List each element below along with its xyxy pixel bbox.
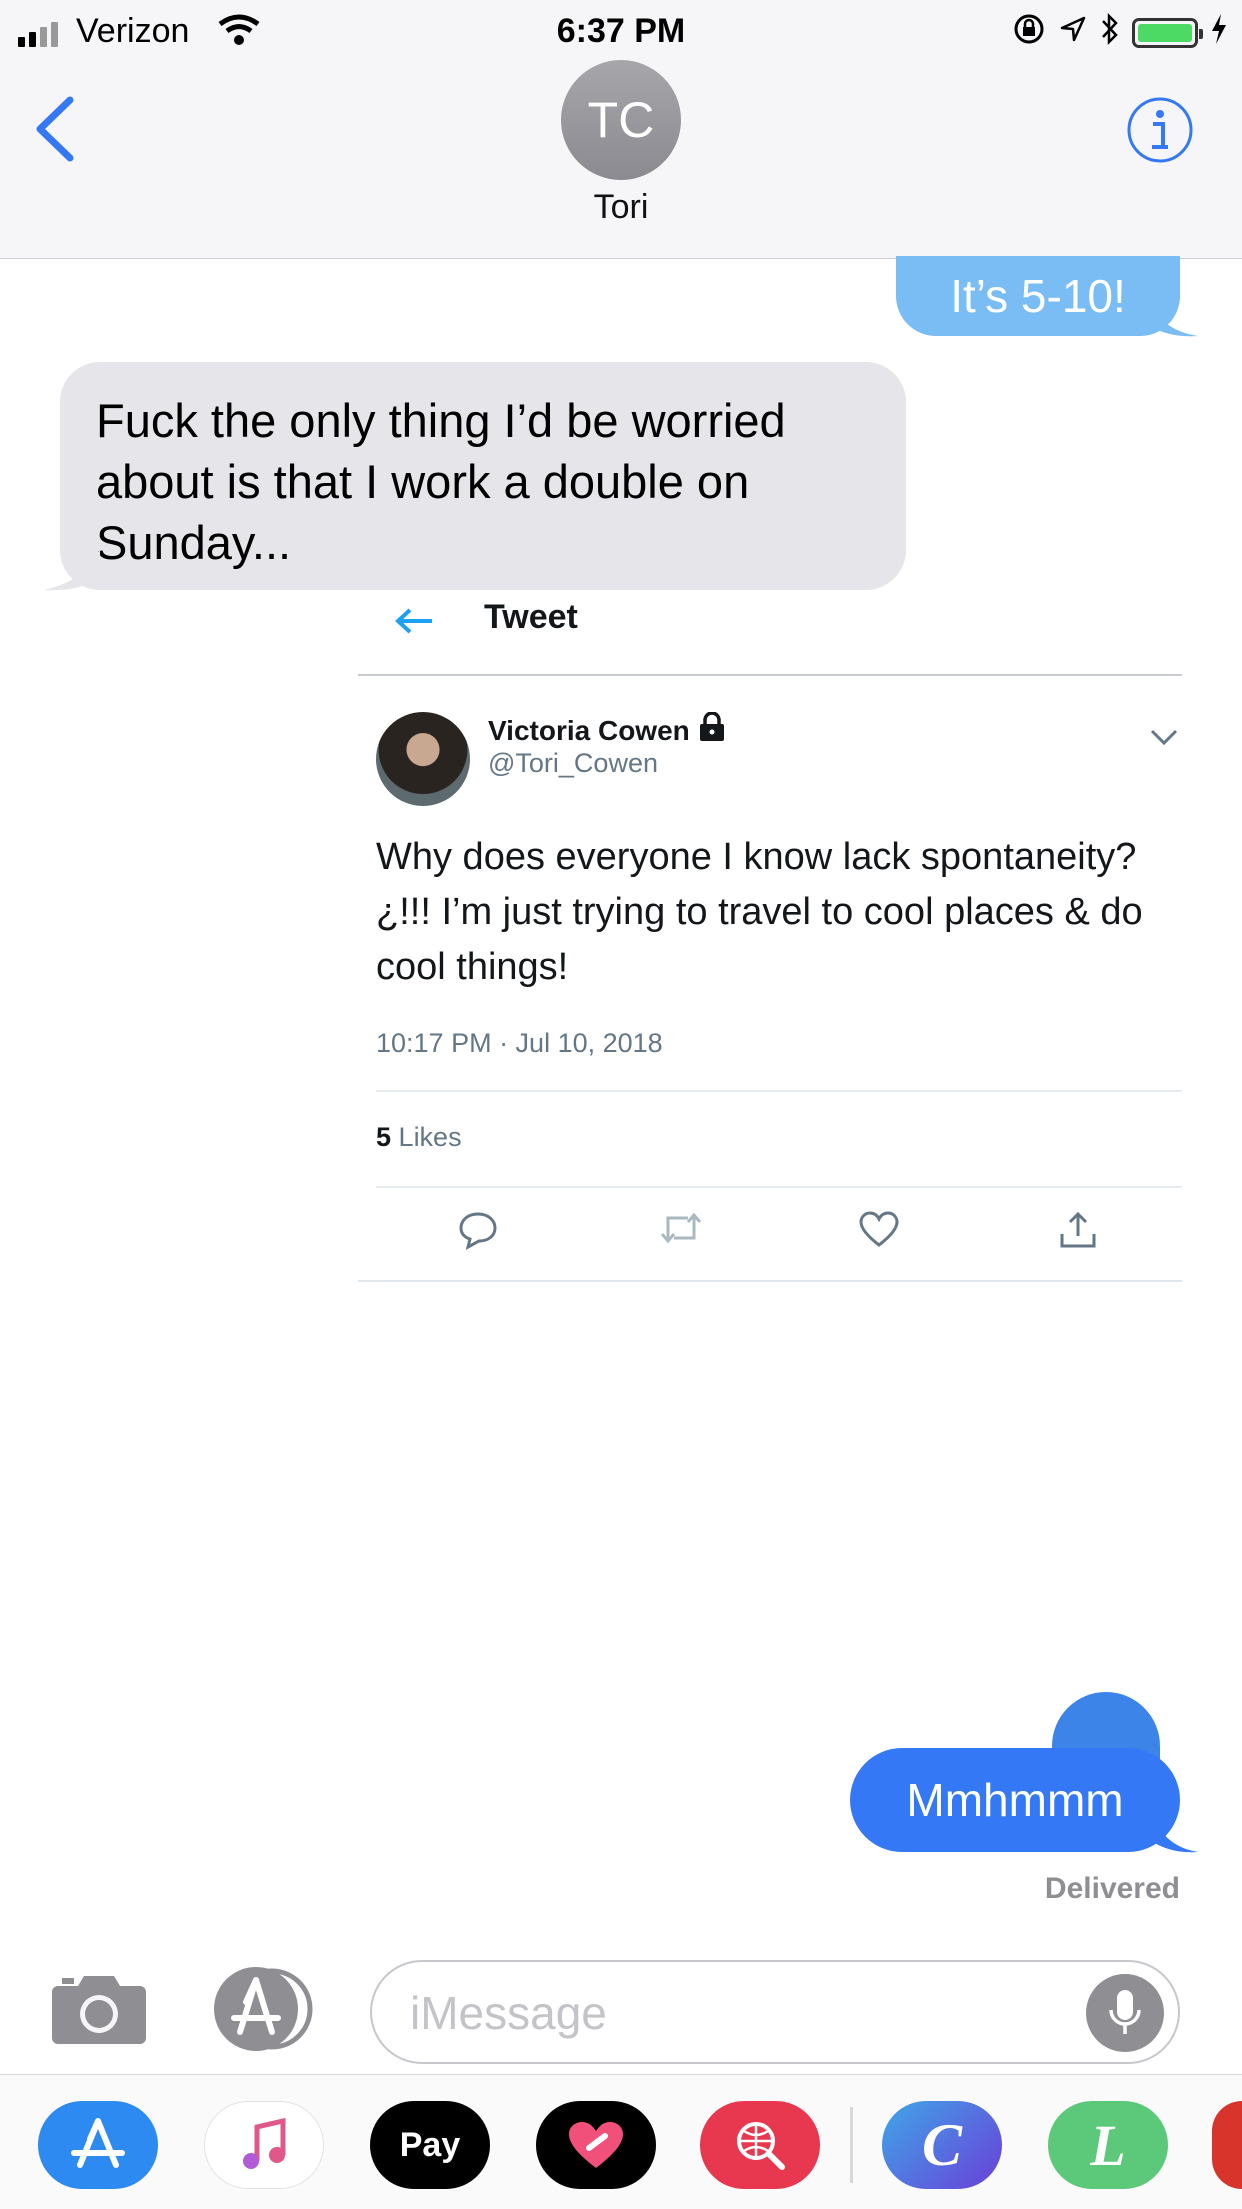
sent-message-bubble[interactable]: Mmhmmm [850, 1748, 1180, 1852]
tweet-text: Why does everyone I know lack spontaneit… [376, 836, 1143, 988]
chevron-left-icon[interactable] [32, 96, 76, 167]
bubble-tail [1150, 1806, 1198, 1853]
status-icons [1012, 12, 1228, 54]
app-store-button[interactable] [210, 1966, 313, 2051]
reply-icon [458, 1210, 498, 1255]
partial-app-icon[interactable] [1212, 2101, 1242, 2189]
tweet-screenshot-image[interactable]: Tweet Victoria Cowen @Tori_Cowen Why doe… [358, 590, 1182, 1282]
bluetooth-icon [1100, 12, 1120, 54]
contact-avatar[interactable]: TC [561, 60, 681, 180]
info-icon[interactable] [1126, 96, 1194, 169]
app-drawer: Pay C L [0, 2074, 1242, 2209]
heart-icon [858, 1210, 900, 1253]
likes-label: Likes [398, 1122, 462, 1152]
heart-icon[interactable] [536, 2101, 656, 2189]
tweet-likes: 5 Likes [376, 1122, 462, 1153]
likes-count: 5 [376, 1122, 392, 1152]
globe-search-icon[interactable] [700, 2101, 820, 2189]
microphone-icon[interactable] [1086, 1974, 1164, 2052]
tweet-timestamp: 10:17 PM · Jul 10, 2018 [376, 1028, 663, 1058]
divider [376, 1186, 1182, 1188]
battery-icon [1132, 18, 1203, 48]
bubble-tail [44, 548, 100, 591]
music-icon[interactable] [204, 2101, 324, 2189]
c-app-label: C [921, 2111, 963, 2178]
c-icon[interactable]: C [882, 2101, 1002, 2189]
sent-message-bubble[interactable]: It’s 5-10! [896, 256, 1180, 336]
back-arrow-icon [394, 606, 434, 641]
tweet-header: Tweet [358, 590, 1182, 676]
message-input[interactable] [408, 1984, 1032, 2042]
tweet-author-avatar [376, 712, 470, 806]
divider [376, 1090, 1182, 1092]
l-icon[interactable]: L [1048, 2101, 1168, 2189]
imessage-input-field[interactable] [370, 1960, 1180, 2064]
share-icon [1058, 1210, 1098, 1255]
lock-icon [698, 711, 726, 749]
tweet-author-name-text: Victoria Cowen [488, 714, 690, 746]
retweet-icon [658, 1210, 704, 1251]
contact-name[interactable]: Tori [0, 188, 1242, 227]
apple-pay-icon[interactable]: Pay [370, 2101, 490, 2189]
delivered-status: Delivered [1044, 1872, 1180, 1905]
tweet-author-handle: @Tori_Cowen [488, 748, 658, 778]
tweet-actions [358, 1210, 1182, 1260]
tweet-author-name: Victoria Cowen [488, 711, 726, 749]
chevron-down-icon [1150, 728, 1178, 751]
camera-icon[interactable] [50, 1972, 148, 2051]
navigation-header: Verizon 6:37 PM TC Tori [0, 0, 1242, 259]
drawer-separator [850, 2107, 853, 2183]
charging-bolt-icon [1210, 13, 1228, 53]
rotation-lock-icon [1012, 12, 1046, 54]
l-app-label: L [1090, 2112, 1126, 2178]
apple-pay-label: Pay [399, 2125, 461, 2164]
tweet-header-title: Tweet [484, 598, 578, 636]
location-arrow-icon [1058, 14, 1088, 52]
received-message-bubble[interactable]: Fuck the only thing I’d be worried about… [60, 362, 906, 590]
bubble-tail [1150, 300, 1198, 337]
app-store-icon[interactable] [38, 2101, 158, 2189]
